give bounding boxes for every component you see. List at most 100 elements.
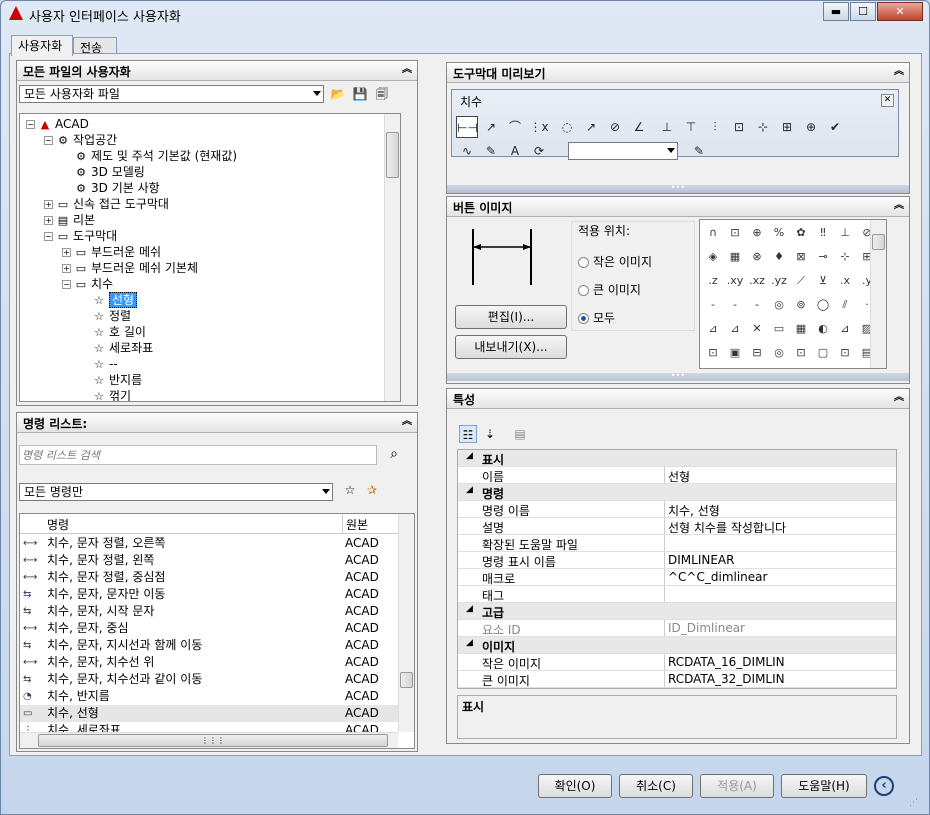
radio-dot[interactable] [578,285,589,296]
dim-tool-icon[interactable]: ⊹ [752,116,774,138]
dim-tool-icon[interactable]: ✎ [480,140,502,162]
radio-large-image[interactable]: 큰 이미지 [578,282,641,298]
command-row[interactable]: ⇆ 치수, 문자, 지시선과 함께 이동 ACAD [20,637,400,654]
dim-tool-icon[interactable]: ⊥ [656,116,678,138]
button-image-icon[interactable]: - [702,294,724,316]
dim-tool-icon[interactable]: ⫶ [704,116,726,138]
tree-item[interactable]: ☆ -- [80,356,118,372]
edit-button[interactable]: 편집(I)... [455,305,567,329]
button-image-icon[interactable]: ⊡ [724,222,746,244]
dim-tool-icon[interactable]: ∿ [456,140,478,162]
button-image-icon[interactable]: ⊸ [812,246,834,268]
button-image-icon[interactable]: .x [834,270,856,292]
col-command[interactable]: 명령 [47,516,69,533]
property-row[interactable]: 태그 [458,586,896,603]
radio-dot[interactable] [578,257,589,268]
button-image-icon[interactable]: ⊡ [768,366,790,368]
categorized-view-icon[interactable]: ☷ [459,425,477,443]
tree-item[interactable]: ☆ 선형 [80,292,138,308]
property-value[interactable]: RCDATA_32_DIMLIN [668,672,785,686]
close-icon[interactable]: ✕ [881,94,894,107]
dim-tool-icon[interactable]: ⊞ [776,116,798,138]
tree-item[interactable]: ☆ 정렬 [80,308,131,324]
button-image-icon[interactable]: ⊠ [790,366,812,368]
file-filter-select[interactable]: 모든 사용자화 파일 [19,85,324,103]
button-image-icon[interactable]: ▢ [812,342,834,364]
command-list[interactable]: 명령 원본 ⟷ 치수, 문자 정렬, 오른쪽 ACAD ⟷ 치수, 문자 정렬, 왼쪽 A… [19,513,415,749]
button-image-icon[interactable]: ⊠ [790,246,812,268]
button-image-icon[interactable]: % [768,222,790,244]
dim-tool-icon[interactable]: ◌ [556,116,578,138]
properties-panel-header[interactable]: 특성 ︽ [447,389,909,409]
property-value[interactable]: ^C^C_dimlinear [668,570,767,584]
button-image-icon[interactable]: .yz [768,270,790,292]
scroll-thumb[interactable] [386,132,399,178]
save-all-icon[interactable]: 🗐 [373,85,391,103]
property-value[interactable]: DIMLINEAR [668,553,734,567]
property-category[interactable]: ◢ 표시 [458,450,896,467]
dim-tool-icon[interactable]: ⌒ [504,116,526,138]
tree-item[interactable]: ⚙ 3D 모델링 [62,164,145,180]
command-row[interactable]: ⟷ 치수, 문자, 치수선 위 ACAD [20,654,400,671]
command-row[interactable]: ▭ 치수, 선형 ACAD [20,705,400,722]
splitter[interactable]: ••• [447,372,909,381]
button-image-icon[interactable]: ⊗ [746,246,768,268]
dim-tool-icon[interactable]: ✔ [824,116,846,138]
find-command-icon[interactable]: ☆ [341,481,359,499]
property-value[interactable]: ID_Dimlinear [668,621,745,635]
ok-button[interactable]: 확인(O) [538,774,612,798]
command-row[interactable]: ⇆ 치수, 문자, 시작 문자 ACAD [20,603,400,620]
command-row[interactable]: ⟷ 치수, 문자 정렬, 오른쪽 ACAD [20,535,400,552]
tree-item[interactable]: + ▭ 부드러운 메쉬 기본체 [62,260,198,276]
tree-item[interactable]: − ⚙ 작업공간 [44,132,117,148]
button-image-icon[interactable]: .xz [746,270,768,292]
property-row[interactable]: 설명 선형 치수를 작성합니다 [458,518,896,535]
command-filter-select[interactable]: 모든 명령만 [19,483,333,501]
button-image-icon[interactable]: ▭ [768,318,790,340]
collapse-dialog-icon[interactable]: ‹ [874,776,894,796]
customization-tree[interactable]: ☆ 꺾기 ☆ 반지름 ☆ -- ☆ 세로좌표 ☆ 호 길이 ☆ 정렬 ☆ 선형 − ▭ 치수 + ▭ 부드러운 메쉬 … [19,113,401,402]
button-image-icon[interactable]: ▦ [790,318,812,340]
collapse-icon[interactable]: ◢ [466,604,473,614]
button-image-icon[interactable]: ⊚ [790,294,812,316]
collapse-icon[interactable]: ︽ [401,64,413,76]
button-image-icon[interactable]: - [746,294,768,316]
command-search-input[interactable] [19,445,377,465]
property-row[interactable]: 매크로 ^C^C_dimlinear [458,569,896,586]
new-command-icon[interactable]: ✰ [363,481,381,499]
property-grid[interactable]: ◢ 표시 이름 선형 ◢ 명령 명령 이름 치수, 선형 설명 선형 치수를 작성합니다 확장된 도… [457,449,897,689]
property-row[interactable]: 확장된 도움말 파일 [458,535,896,552]
property-category[interactable]: ◢ 고급 [458,603,896,620]
property-row[interactable]: 명령 이름 치수, 선형 [458,501,896,518]
collapse-icon[interactable]: ︽ [401,416,413,428]
col-source[interactable]: 원본 [346,516,368,533]
files-panel-header[interactable]: 모든 파일의 사용자화 ︽ [17,61,417,81]
tree-item[interactable]: ☆ 꺾기 [80,388,131,401]
tree-scrollbar[interactable] [384,114,400,401]
button-image-icon[interactable]: ♦ [768,246,790,268]
sort-az-icon[interactable]: ⇣ [481,425,499,443]
maximize-button[interactable]: ☐ [850,2,876,21]
help-button[interactable]: 도움말(H) [781,774,867,798]
dim-tool-icon[interactable]: ↗ [480,116,502,138]
tree-item[interactable]: + ▤ 리본 [44,212,95,228]
button-image-icon[interactable]: ◈ [702,246,724,268]
property-pages-icon[interactable]: ▤ [511,425,529,443]
tree-item[interactable]: − ▭ 치수 [62,276,113,292]
button-image-icon[interactable]: ⊟ [746,342,768,364]
expand-icon[interactable]: + [44,216,53,225]
minimize-button[interactable]: ▬ [823,2,849,21]
expand-icon[interactable]: + [44,200,53,209]
dim-tool-icon[interactable]: A [504,140,526,162]
property-row[interactable]: 명령 표시 이름 DIMLINEAR [458,552,896,569]
button-image-icon[interactable]: ⊿ [702,318,724,340]
button-image-icon[interactable]: ⊕ [746,222,768,244]
save-icon[interactable]: 💾 [351,85,369,103]
scroll-thumb[interactable] [400,672,413,688]
button-image-icon[interactable]: ◎ [768,294,790,316]
button-image-icon[interactable]: ◐ [812,318,834,340]
dim-tool-icon[interactable]: ⊘ [604,116,626,138]
property-row[interactable]: 요소 ID ID_Dimlinear [458,620,896,637]
tree-item[interactable]: + ▭ 신속 접근 도구막대 [44,196,169,212]
radio-dot[interactable] [578,313,589,324]
